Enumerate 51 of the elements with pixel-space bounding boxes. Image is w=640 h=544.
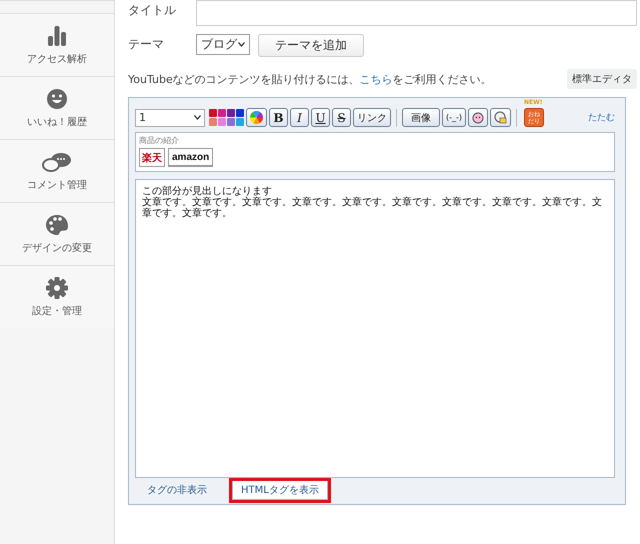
color-swatch[interactable] <box>218 109 226 117</box>
caret-icon <box>194 115 201 120</box>
color-wheel-button[interactable] <box>246 108 267 127</box>
format-button[interactable]: B <box>269 108 288 127</box>
add-theme-button[interactable]: テーマを追加 <box>258 34 364 57</box>
sidebar-label: デザインの変更 <box>22 242 92 254</box>
palette-icon <box>45 214 69 236</box>
color-wheel-icon <box>250 111 263 124</box>
standard-editor-button[interactable]: 標準エディタ <box>567 69 637 89</box>
bar-chart-icon <box>46 24 68 46</box>
format-button[interactable]: U <box>311 108 330 127</box>
caret-icon <box>238 42 245 47</box>
field-label: タイトル <box>128 2 177 19</box>
content-heading: この部分が見出しになります <box>142 186 273 197</box>
collapse-link[interactable]: たたむ <box>588 111 615 124</box>
notice-text: YouTubeなどのコンテンツを貼り付けるには、こちら をご利用ください。 <box>128 72 492 86</box>
notice-link[interactable]: こちら <box>360 72 393 86</box>
font-size-select[interactable]: 1 <box>135 108 205 126</box>
editor-tab[interactable]: タグの非表示 <box>138 481 216 500</box>
format-button[interactable]: リンク <box>353 108 391 127</box>
color-swatch[interactable] <box>209 109 217 117</box>
sidebar-label: コメント管理 <box>27 178 87 192</box>
face-button[interactable] <box>468 108 488 127</box>
sidebar-label: いいね！履歴 <box>27 116 87 128</box>
color-swatch[interactable] <box>227 118 235 126</box>
title-input[interactable] <box>196 0 637 26</box>
face-icon <box>472 112 484 124</box>
editor-content[interactable]: この部分が見出しになります 文章です。文章です。文章です。文章です。文章です。文章です。文章です。文章です。文章です。文章です。文章です。 <box>135 179 615 478</box>
color-swatch[interactable] <box>236 109 244 117</box>
smiley-icon <box>46 88 68 110</box>
content-body: 文章です。文章です。文章です。文章です。文章です。文章です。文章です。文章です。文章です。文章です。文章です。 <box>142 197 603 219</box>
image-button[interactable]: 画像 <box>402 108 440 127</box>
field-label: テーマ <box>128 36 165 53</box>
color-swatch[interactable] <box>236 118 244 126</box>
format-button[interactable]: S <box>332 108 351 127</box>
color-swatch[interactable] <box>209 118 217 126</box>
emoticon-button[interactable]: (-_-) <box>442 108 466 127</box>
color-swatch[interactable] <box>227 109 235 117</box>
editor-tab[interactable]: HTMLタグを表示 <box>232 481 328 500</box>
settings-icon <box>46 276 68 298</box>
sidebar-label: 設定・管理 <box>32 304 82 318</box>
sticker-icon <box>494 111 508 124</box>
format-button[interactable]: I <box>290 108 309 127</box>
sticker-button[interactable] <box>490 108 512 127</box>
amazon-button[interactable]: amazon <box>168 148 214 167</box>
chat-bubbles-icon <box>42 150 72 172</box>
rakuten-button[interactable]: 楽天 <box>139 148 165 167</box>
color-swatch[interactable] <box>218 118 226 126</box>
sidebar-label: アクセス解析 <box>27 52 87 66</box>
product-panel-title: 商品の紹介 <box>139 135 180 146</box>
theme-select[interactable]: ブログ <box>196 34 250 55</box>
